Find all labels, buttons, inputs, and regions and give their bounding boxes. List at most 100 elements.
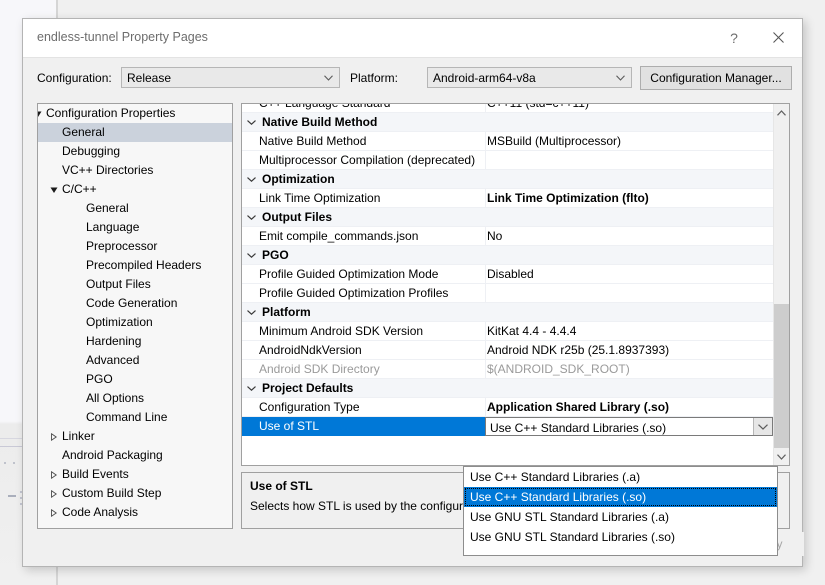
tree-item-label: Debugging [38,144,120,158]
tree-item-vc-directories[interactable]: VC++ Directories [38,161,232,180]
tree-item-output-files[interactable]: Output Files [38,275,232,294]
tree-item-optimization[interactable]: Optimization [38,313,232,332]
platform-select[interactable]: Android-arm64-v8a [427,67,632,88]
chevron-down-icon[interactable] [247,120,256,125]
chevron-down-icon[interactable] [247,253,256,258]
grid-row-multiprocessor-compilation-deprecated[interactable]: Multiprocessor Compilation (deprecated) [242,151,773,170]
tree-item-pgo[interactable]: PGO [38,370,232,389]
use-of-stl-dropdown-button[interactable] [753,418,772,435]
dialog-titlebar: endless-tunnel Property Pages ? [23,19,802,58]
grid-row-profile-guided-optimization-mode[interactable]: Profile Guided Optimization Mode Disabled [242,265,773,284]
tree-item-c-c[interactable]: C/C++ [38,180,232,199]
property-grid[interactable]: C++ Language StandardC++11 (std=c++11)Na… [241,103,790,466]
grid-row-name: Emit compile_commands.json [259,227,481,246]
grid-category-optimization[interactable]: Optimization [242,170,773,189]
dropdown-option-3[interactable]: Use GNU STL Standard Libraries (.so) [464,527,777,547]
tree-item-label: Configuration Properties [38,106,175,120]
configuration-select[interactable]: Release [121,67,340,88]
grid-category-native-build-method[interactable]: Native Build Method [242,113,773,132]
tree-item-configuration-properties[interactable]: Configuration Properties [38,104,232,123]
grid-row-name: Android SDK Directory [259,360,481,379]
grid-category-project-defaults[interactable]: Project Defaults [242,379,773,398]
grid-row-value[interactable]: Disabled [487,265,769,284]
chevron-down-icon[interactable] [247,215,256,220]
tree-item-language[interactable]: Language [38,218,232,237]
chevron-down-icon [777,454,786,460]
tree-item-label: Output Files [38,277,151,291]
scroll-down-button[interactable] [774,448,789,465]
configuration-manager-button[interactable]: Configuration Manager... [640,66,792,90]
grid-category-pgo[interactable]: PGO [242,246,773,265]
grid-row-emit-compile-commands-json[interactable]: Emit compile_commands.json No [242,227,773,246]
grid-row-value[interactable]: C++11 (std=c++11) [487,103,769,113]
grid-row-name: Native Build Method [259,132,481,151]
tree-item-all-options[interactable]: All Options [38,389,232,408]
grid-row-use-of-stl[interactable]: Use of STLUse C++ Standard Libraries (.s… [242,417,773,436]
tree-item-custom-build-step[interactable]: Custom Build Step [38,484,232,503]
tree-item-command-line[interactable]: Command Line [38,408,232,427]
use-of-stl-dropdown-list[interactable]: Use C++ Standard Libraries (.a)Use C++ S… [463,466,778,556]
grid-row-androidndkversion[interactable]: AndroidNdkVersionAndroid NDK r25b (25.1.… [242,341,773,360]
tree-item-general[interactable]: General [38,199,232,218]
grid-category-output-files[interactable]: Output Files [242,208,773,227]
grid-row-value[interactable]: Android NDK r25b (25.1.8937393) [487,341,769,360]
tree-item-linker[interactable]: Linker [38,427,232,446]
dialog-title: endless-tunnel Property Pages [37,30,208,44]
grid-column-divider [485,284,486,302]
close-button[interactable] [756,19,800,56]
grid-row-c-language-standard[interactable]: C++ Language StandardC++11 (std=c++11) [242,103,773,113]
tree-item-code-generation[interactable]: Code Generation [38,294,232,313]
grid-row-value[interactable]: Link Time Optimization (flto) [487,189,769,208]
tree-item-general[interactable]: General [38,123,232,142]
grid-row-value[interactable]: Application Shared Library (.so) [487,398,769,417]
grid-row-android-sdk-directory[interactable]: Android SDK Directory $(ANDROID_SDK_ROOT) [242,360,773,379]
chevron-down-icon[interactable] [247,386,256,391]
chevron-down-icon[interactable] [247,310,256,315]
dropdown-option-2[interactable]: Use GNU STL Standard Libraries (.a) [464,507,777,527]
dropdown-option-0[interactable]: Use C++ Standard Libraries (.a) [464,467,777,487]
grid-category-platform[interactable]: Platform [242,303,773,322]
grid-row-native-build-method[interactable]: Native Build Method MSBuild (Multiprocess… [242,132,773,151]
tree-item-android-packaging[interactable]: Android Packaging [38,446,232,465]
grid-column-divider [485,103,486,112]
dropdown-option-1[interactable]: Use C++ Standard Libraries (.so) [464,487,777,507]
tree-item-advanced[interactable]: Advanced [38,351,232,370]
description-text: Selects how STL is used by the configura… [250,499,489,513]
grid-row-value[interactable]: $(ANDROID_SDK_ROOT) [487,360,769,379]
tree-item-preprocessor[interactable]: Preprocessor [38,237,232,256]
chevron-down-icon[interactable] [247,177,256,182]
grid-column-divider [485,341,486,359]
grid-row-name: Profile Guided Optimization Profiles [259,284,481,303]
grid-row-minimum-android-sdk-version[interactable]: Minimum Android SDK VersionKitKat 4.4 - … [242,322,773,341]
tree-item-label: Command Line [38,410,167,424]
tree-item-label: Advanced [38,353,139,367]
help-button[interactable]: ? [712,19,756,56]
use-of-stl-value-combo[interactable]: Use C++ Standard Libraries (.so) [485,417,773,436]
grid-row-value[interactable]: MSBuild (Multiprocessor) [487,132,769,151]
grid-column-divider [485,322,486,340]
tree-item-debugging[interactable]: Debugging [38,142,232,161]
question-mark-icon: ? [730,30,738,46]
tree-item-label: Build Events [38,467,129,481]
tree-item-precompiled-headers[interactable]: Precompiled Headers [38,256,232,275]
grid-row-value[interactable]: KitKat 4.4 - 4.4.4 [487,322,769,341]
configuration-properties-tree[interactable]: Configuration Properties General Debugging… [37,103,233,529]
tree-item-label: Hardening [38,334,141,348]
grid-row-configuration-type[interactable]: Configuration Type Application Shared Lib… [242,398,773,417]
chevron-down-icon [324,75,333,81]
grid-category-label: Output Files [262,208,484,227]
scroll-up-button[interactable] [774,104,789,121]
grid-row-name: Profile Guided Optimization Mode [259,265,481,284]
grid-row-link-time-optimization[interactable]: Link Time OptimizationLink Time Optimiza… [242,189,773,208]
tree-item-hardening[interactable]: Hardening [38,332,232,351]
grid-row-name: Configuration Type [259,398,481,417]
tree-item-code-analysis[interactable]: Code Analysis [38,503,232,522]
grid-row-value[interactable]: No [487,227,769,246]
property-grid-scrollbar[interactable] [773,104,789,465]
tree-item-build-events[interactable]: Build Events [38,465,232,484]
configuration-bar: Configuration: Release Platform: Android… [23,57,802,99]
grid-row-profile-guided-optimization-profiles[interactable]: Profile Guided Optimization Profiles [242,284,773,303]
grid-category-label: Optimization [262,170,484,189]
scrollbar-thumb[interactable] [774,304,789,449]
use-of-stl-value: Use C++ Standard Libraries (.so) [490,419,666,438]
